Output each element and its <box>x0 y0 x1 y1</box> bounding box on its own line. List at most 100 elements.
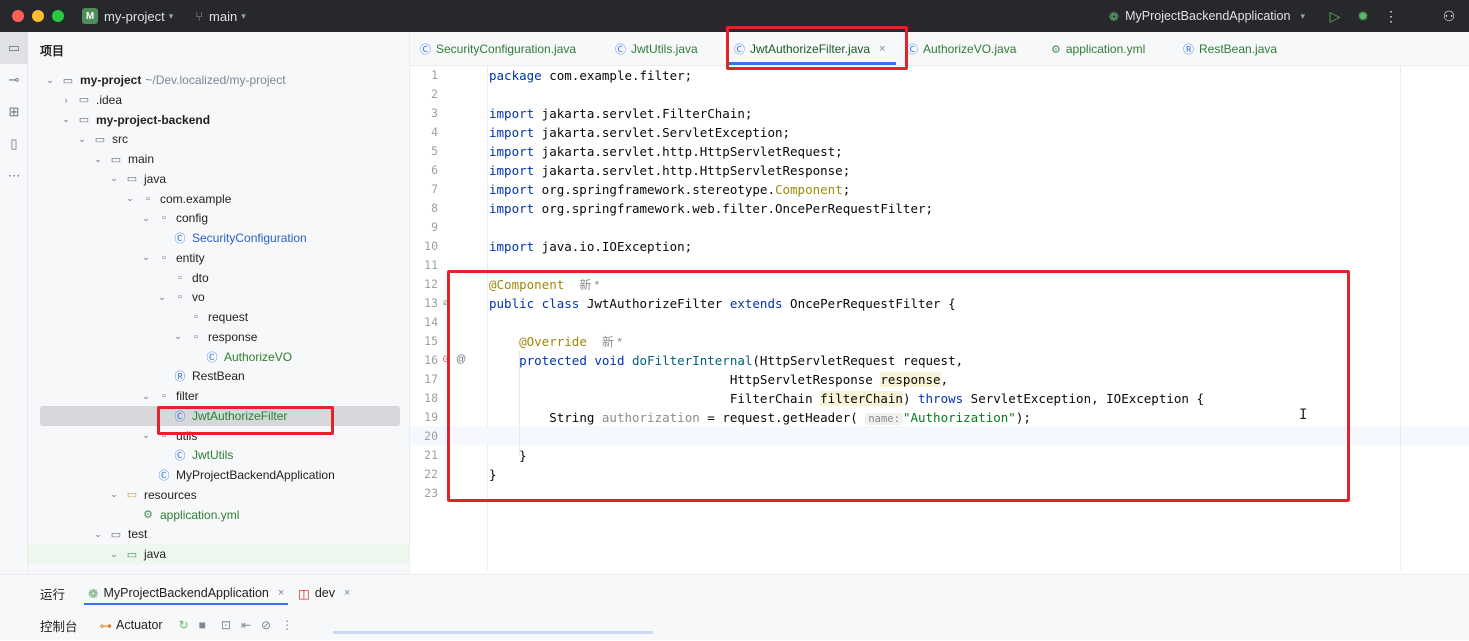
minimize-window-button[interactable] <box>32 10 44 22</box>
highlight-box-tab <box>726 26 908 70</box>
close-icon[interactable]: × <box>278 587 284 599</box>
tree-item[interactable]: ⌄ ▫ response <box>28 327 409 347</box>
editor-tab[interactable]: Ⓒ SecurityConfiguration.java <box>420 32 576 66</box>
tree-item[interactable]: ⌄ ▫ filter <box>28 386 409 406</box>
tree-item-label: main <box>128 152 155 166</box>
chevron-down-icon[interactable]: ▾ <box>241 11 246 22</box>
tree-item[interactable]: ⚙ application.yml <box>28 505 409 525</box>
tree-item-label: JwtUtils <box>192 448 234 463</box>
spring-icon: ❁ <box>1108 9 1120 24</box>
project-panel: 项目 ⌄ ▭ my-project ~/Dev.localized/my-projec… <box>28 32 410 574</box>
tree-item-label: .idea <box>96 92 123 107</box>
chevron-down-icon[interactable]: ⌄ <box>140 391 152 402</box>
camera-icon[interactable]: ⊡ <box>221 618 231 632</box>
more-icon[interactable]: ⋮ <box>281 618 293 632</box>
tree-item[interactable]: ⌄ ▫ config <box>28 208 409 228</box>
line-number: 22 <box>424 467 438 481</box>
add-user-icon[interactable]: ⚇ <box>1435 8 1463 25</box>
folder-icon[interactable]: ▭ <box>0 32 28 64</box>
chevron-down-icon[interactable]: ⌄ <box>172 331 184 342</box>
tree-item[interactable]: ⌄ ▫ vo <box>28 287 409 307</box>
tree-item[interactable]: ⌄ ▫ entity <box>28 248 409 268</box>
chevron-down-icon[interactable]: ⌄ <box>108 173 120 184</box>
chevron-down-icon[interactable]: ⌄ <box>108 549 120 560</box>
tree-item[interactable]: ⌄ ▭ my-project-backend <box>28 110 409 130</box>
tree-item[interactable]: Ⓡ RestBean <box>28 366 409 386</box>
branch-icon[interactable]: ⑂ <box>195 9 203 24</box>
structure-icon[interactable]: ⊞ <box>0 96 28 128</box>
more-tools-icon[interactable]: ⋯ <box>0 160 28 192</box>
editor-tab[interactable]: Ⓒ AuthorizeVO.java <box>907 32 1016 66</box>
dev-tab[interactable]: ◫ dev × <box>298 581 350 605</box>
line-number: 8 <box>431 201 438 215</box>
tree-item[interactable]: Ⓒ AuthorizeVO <box>28 347 409 367</box>
tree-item[interactable]: ▫ request <box>28 307 409 327</box>
tree-item[interactable]: Ⓒ JwtUtils <box>28 445 409 465</box>
tree-item[interactable]: ▫ dto <box>28 268 409 288</box>
class-icon: Ⓒ <box>907 44 918 56</box>
line-number: 3 <box>431 106 438 120</box>
tree-item-label: entity <box>176 250 205 265</box>
stop-icon[interactable]: ■ <box>199 618 206 632</box>
chevron-down-icon[interactable]: ⌄ <box>124 193 136 204</box>
close-window-button[interactable] <box>12 10 24 22</box>
tree-item[interactable]: ⌄ ▭ test <box>28 524 409 544</box>
rerun-icon[interactable]: ↻ <box>179 618 189 632</box>
tree-item[interactable]: ⌄ ▭ java <box>28 544 409 564</box>
tree-item[interactable]: ⌄ ▭ java <box>28 169 409 189</box>
tree-item[interactable]: Ⓒ MyProjectBackendApplication <box>28 465 409 485</box>
tree-item[interactable]: ⌄ ▭ main <box>28 149 409 169</box>
run-icon[interactable]: ▷ <box>1321 8 1349 25</box>
chevron-down-icon[interactable]: ⌄ <box>108 489 120 500</box>
debug-icon[interactable]: ✹ <box>1349 8 1377 25</box>
editor-tab[interactable]: ⚙ application.yml <box>1051 32 1145 66</box>
branch-name[interactable]: main <box>209 9 237 24</box>
line-number: 10 <box>424 239 438 253</box>
actuator-tab[interactable]: ⊶ Actuator <box>100 618 163 633</box>
console-toolbar: 控制台 ⊶ Actuator ↻ ■ ⊡ ⇤ ⊘ ⋮ <box>0 609 1469 641</box>
project-badge-icon[interactable]: M <box>82 8 98 24</box>
config-icon: ◫ <box>298 586 310 601</box>
tree-item-label: request <box>208 310 249 324</box>
chevron-down-icon[interactable]: ⌄ <box>156 292 168 303</box>
line-number: 2 <box>431 87 438 101</box>
module-folder-icon: ▭ <box>62 74 74 87</box>
chevron-down-icon[interactable]: ⌄ <box>140 252 152 263</box>
editor-tab[interactable]: Ⓡ RestBean.java <box>1183 32 1277 66</box>
commit-icon[interactable]: ⊸ <box>0 64 28 96</box>
run-config-selector[interactable]: ❁ MyProjectBackendApplication ▾ <box>1109 9 1305 24</box>
tree-item[interactable]: Ⓒ SecurityConfiguration <box>28 228 409 248</box>
chevron-right-icon[interactable]: › <box>60 95 72 105</box>
tree-item[interactable]: ⌄ ▭ src <box>28 129 409 149</box>
restore-layout-icon[interactable]: ⇤ <box>241 618 251 632</box>
chevron-down-icon[interactable]: ⌄ <box>60 114 72 125</box>
clear-icon[interactable]: ⊘ <box>261 618 271 632</box>
line-number: 17 <box>424 372 438 386</box>
code-line-7: import org.springframework.stereotype.Co… <box>489 182 851 197</box>
tree-item[interactable]: › ▭ .idea <box>28 90 409 110</box>
chevron-down-icon[interactable]: ⌄ <box>92 154 104 165</box>
tree-item[interactable]: ⌄ ▭ resources <box>28 485 409 505</box>
zoom-window-button[interactable] <box>52 10 64 22</box>
chevron-down-icon[interactable]: ⌄ <box>140 213 152 224</box>
project-name[interactable]: my-project <box>104 9 165 24</box>
close-icon[interactable]: × <box>344 587 350 599</box>
chevron-down-icon[interactable]: ⌄ <box>92 529 104 540</box>
bookmarks-icon[interactable]: ▯ <box>0 128 28 160</box>
more-icon[interactable]: ⋮ <box>1377 8 1405 25</box>
chevron-down-icon[interactable]: ⌄ <box>76 134 88 145</box>
chevron-down-icon[interactable]: ⌄ <box>44 75 56 86</box>
highlight-box-code <box>447 270 1350 502</box>
tree-item[interactable]: ⌄ ▫ com.example <box>28 189 409 209</box>
progress-bar <box>333 631 653 634</box>
editor-tab[interactable]: Ⓒ JwtUtils.java <box>615 32 698 66</box>
run-tab[interactable]: ❁ MyProjectBackendApplication × <box>88 581 284 605</box>
tree-item[interactable]: ⌄ ▭ my-project ~/Dev.localized/my-project <box>28 70 409 90</box>
record-icon: Ⓡ <box>174 371 186 384</box>
code-line-8: import org.springframework.web.filter.On… <box>489 201 934 216</box>
console-tab[interactable]: 控制台 <box>40 616 78 635</box>
chevron-down-icon[interactable]: ▾ <box>169 11 174 22</box>
yml-icon: ⚙ <box>143 509 153 521</box>
tree-item-label: my-project <box>80 73 142 87</box>
chevron-down-icon[interactable]: ⌄ <box>140 430 152 441</box>
